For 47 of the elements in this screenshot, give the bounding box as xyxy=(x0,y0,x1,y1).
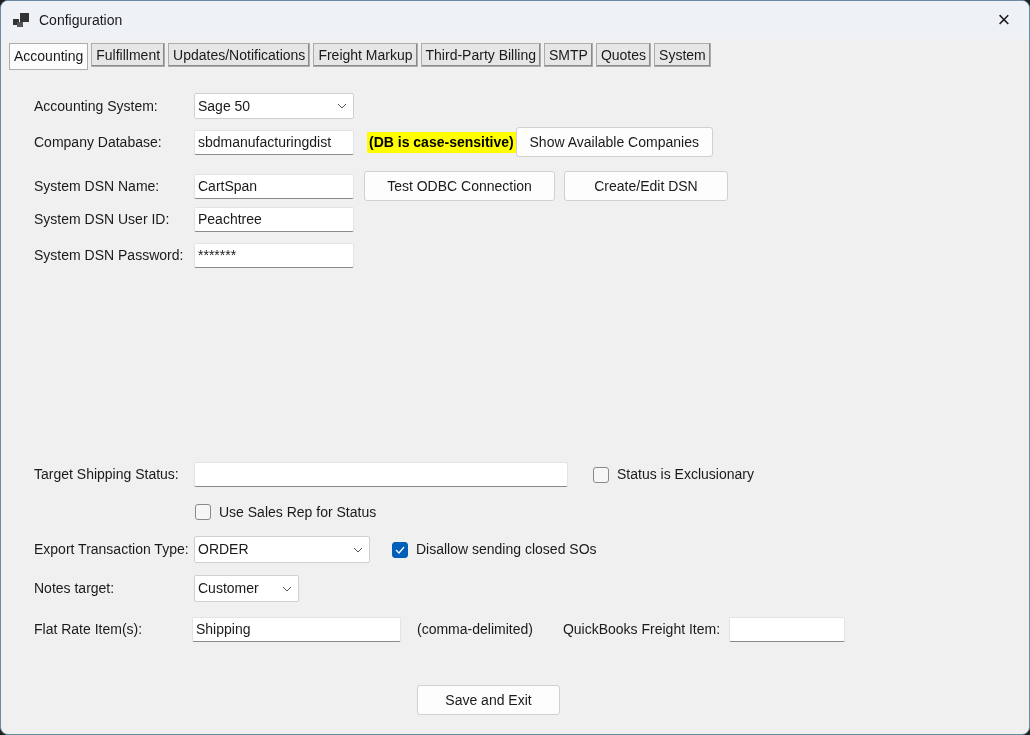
tab[interactable]: Quotes xyxy=(595,43,652,67)
checkbox-label: Disallow sending closed SOs xyxy=(416,540,597,559)
field-label: QuickBooks Freight Item: xyxy=(562,620,721,639)
edit-dsn-button[interactable]: Create/Edit DSN xyxy=(564,171,728,201)
checkbox-label: Status is Exclusionary xyxy=(617,465,754,484)
chevron-down-icon xyxy=(337,103,347,109)
text-field[interactable]: Shipping xyxy=(192,617,401,642)
password-field[interactable]: ******* xyxy=(194,243,354,268)
dropdown[interactable]: Sage 50 xyxy=(194,93,354,119)
field-label: System DSN Password: xyxy=(34,246,185,265)
window-title: Configuration xyxy=(39,10,123,30)
tab[interactable]: SMTP xyxy=(544,43,593,67)
checkbox[interactable] xyxy=(392,541,408,558)
text-field[interactable]: CartSpan xyxy=(194,173,354,199)
tab[interactable]: Updates/Notifications xyxy=(168,43,311,67)
field-label: System DSN Name: xyxy=(34,176,161,196)
dropdown[interactable]: Customer xyxy=(194,575,299,602)
hint-text: (comma-delimited) xyxy=(417,620,533,639)
dropdown[interactable]: ORDER xyxy=(194,536,370,563)
close-button[interactable]: × xyxy=(989,5,1019,35)
chevron-down-icon xyxy=(353,546,363,553)
text-field[interactable] xyxy=(729,617,846,642)
check-icon xyxy=(395,545,405,554)
tab[interactable]: Fulfillment xyxy=(91,43,166,67)
field-label: Flat Rate Item(s): xyxy=(34,620,144,639)
field-label: Notes target: xyxy=(34,579,116,598)
tab[interactable]: Accounting xyxy=(9,43,89,70)
save-button[interactable]: Save and Exit xyxy=(417,685,560,715)
field-label: Target Shipping Status: xyxy=(34,465,180,484)
chevron-down-icon xyxy=(282,585,292,592)
checkbox[interactable] xyxy=(195,504,211,520)
app-icon xyxy=(13,13,29,27)
field-label: Export Transaction Type: xyxy=(34,540,190,559)
test-connection-button[interactable]: Test ODBC Connection xyxy=(364,171,555,201)
tab[interactable]: Third-Party Billing xyxy=(420,43,541,67)
field-label: Company Database: xyxy=(34,132,163,152)
checkbox[interactable] xyxy=(593,466,609,483)
show-companies-button[interactable]: Show Available Companies xyxy=(515,127,713,157)
text-field[interactable]: sbdmanufacturingdist xyxy=(194,129,354,155)
tab[interactable]: Freight Markup xyxy=(313,43,418,67)
field-label: System DSN User ID: xyxy=(34,210,171,229)
text-field[interactable] xyxy=(194,462,568,487)
field-label: Accounting System: xyxy=(34,96,159,116)
text-field[interactable]: Peachtree xyxy=(194,207,354,232)
tab[interactable]: System xyxy=(654,43,711,67)
checkbox-label: Use Sales Rep for Status xyxy=(219,502,377,522)
warning-note: (DB is case-sensitive) xyxy=(367,131,516,153)
